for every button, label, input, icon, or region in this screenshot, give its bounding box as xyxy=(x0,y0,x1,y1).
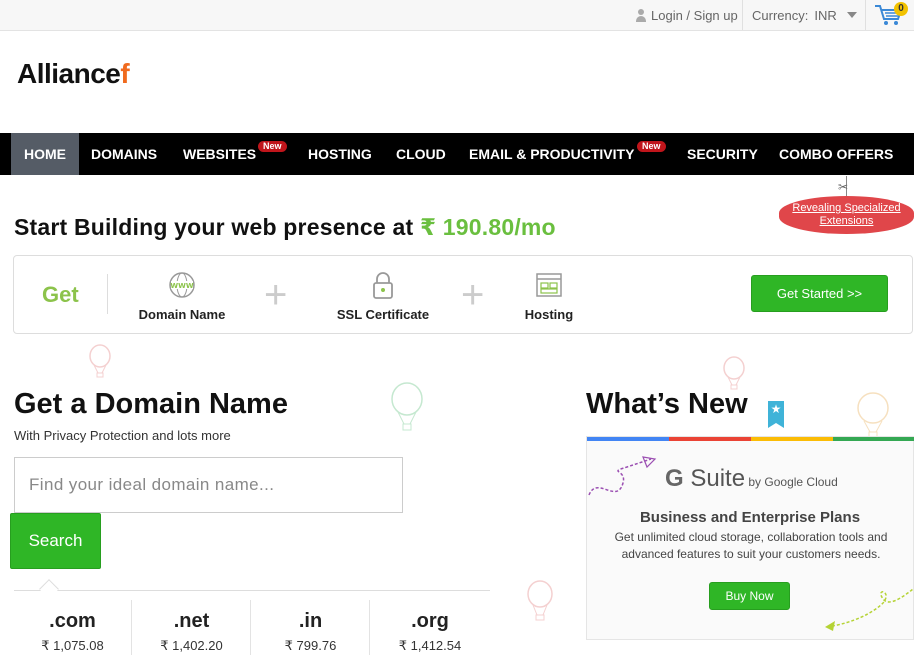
balloon-icon xyxy=(723,356,745,390)
gsuite-promo-card[interactable]: G Suite by Google Cloud Business and Ent… xyxy=(586,436,914,640)
nav-item-combo-offers[interactable]: COMBO OFFERS xyxy=(779,133,893,175)
tld-item-in[interactable]: .in ₹ 799.76 xyxy=(252,600,370,655)
currency-selector[interactable]: Currency: INR xyxy=(752,0,857,30)
feature-ssl-certificate: SSL Certificate xyxy=(320,270,446,322)
tld-name: .net xyxy=(173,610,210,632)
feature-label: SSL Certificate xyxy=(336,307,430,322)
balloon-icon xyxy=(391,382,423,431)
tld-price: ₹ 1,075.08 xyxy=(41,638,104,653)
nav-item-cloud[interactable]: CLOUD xyxy=(396,133,446,175)
tld-name: .in xyxy=(298,610,323,632)
chevron-down-icon xyxy=(846,12,857,18)
nav-item-home[interactable]: HOME xyxy=(11,133,79,175)
browser-window-icon xyxy=(536,273,562,297)
get-started-button[interactable]: Get Started >> xyxy=(751,275,888,312)
nav-label: COMBO OFFERS xyxy=(779,146,894,162)
color-stripe xyxy=(751,437,833,441)
currency-label: Currency: xyxy=(752,7,809,23)
balloon-icon xyxy=(857,392,889,439)
paper-plane-icon xyxy=(825,588,914,631)
buy-now-button[interactable]: Buy Now xyxy=(709,582,790,610)
plus-icon: + xyxy=(461,273,485,317)
nav-label: EMAIL & PRODUCTIVITY xyxy=(469,146,635,162)
svg-text:WWW: WWW xyxy=(170,282,193,290)
balloon-icon xyxy=(527,580,553,621)
nav-item-email-productivity[interactable]: EMAIL & PRODUCTIVITY xyxy=(469,133,634,175)
gsuite-description: Get unlimited cloud storage, collaborati… xyxy=(614,530,888,561)
topbar-divider xyxy=(742,0,743,30)
nav-label: HOSTING xyxy=(308,146,372,162)
tld-price: ₹ 1,412.54 xyxy=(398,638,462,653)
gsuite-suite: Suite xyxy=(683,465,746,492)
get-label: Get xyxy=(42,282,79,307)
login-signup-link[interactable]: Login / Sign up xyxy=(636,0,738,30)
nav-label: HOME xyxy=(24,146,66,162)
gsuite-g: G xyxy=(665,465,684,492)
padlock-icon xyxy=(373,272,393,299)
tld-price: ₹ 799.76 xyxy=(284,638,337,653)
tld-item-net[interactable]: .net ₹ 1,402.20 xyxy=(133,600,251,655)
ribbon-line2: Extensions xyxy=(819,215,874,227)
get-divider xyxy=(98,274,108,314)
top-utility-bar: Login / Sign up Currency: INR 0 xyxy=(0,0,914,31)
tld-price: ₹ 1,402.20 xyxy=(160,638,223,653)
tld-item-org[interactable]: .org ₹ 1,412.54 xyxy=(371,600,489,655)
feature-label: Domain Name xyxy=(138,307,226,322)
tld-item-com[interactable]: .com ₹ 1,075.08 xyxy=(14,600,132,655)
nav-label: DOMAINS xyxy=(91,146,158,162)
domain-section-subtitle: With Privacy Protection and lots more xyxy=(14,428,231,443)
nav-label: WEBSITES xyxy=(183,146,257,162)
plus-icon: + xyxy=(264,273,288,317)
tld-name: .com xyxy=(49,610,96,632)
login-signup-label: Login / Sign up xyxy=(651,7,738,23)
star-bookmark-icon: ★ xyxy=(768,401,784,428)
color-stripe xyxy=(669,437,751,441)
nav-item-domains[interactable]: DOMAINS xyxy=(91,133,157,175)
ribbon-line1: Revealing Specialized xyxy=(792,202,901,214)
cart-count-badge: 0 xyxy=(894,2,908,16)
main-navigation: HOME DOMAINS WEBSITES New HOSTING CLOUD … xyxy=(0,133,914,175)
logo-accent: f xyxy=(120,58,130,89)
nav-item-security[interactable]: SECURITY xyxy=(687,133,758,175)
domain-section-title: Get a Domain Name xyxy=(14,388,288,420)
hero-price-value: 190.80/mo xyxy=(442,214,556,240)
starter-bundle-bar: Get WWW Domain Name + SSL Certificate + … xyxy=(13,255,913,334)
gsuite-heading: Business and Enterprise Plans xyxy=(639,509,861,526)
nav-item-websites[interactable]: WEBSITES xyxy=(183,133,256,175)
new-badge: New xyxy=(637,141,666,152)
feature-domain-name: WWW Domain Name xyxy=(132,270,232,322)
new-badge: New xyxy=(258,141,287,152)
feature-label: Hosting xyxy=(524,307,574,322)
specialized-extensions-ribbon[interactable]: Revealing Specialized Extensions xyxy=(779,196,914,234)
logo-text: Alliance xyxy=(17,58,121,89)
nav-item-hosting[interactable]: HOSTING xyxy=(308,133,372,175)
color-stripe xyxy=(587,437,669,441)
hero-headline: Start Building your web presence at ₹ 19… xyxy=(14,214,556,241)
gsuite-by-google: by Google Cloud xyxy=(745,475,838,489)
gsuite-logo: G Suite by Google Cloud xyxy=(665,465,838,493)
topbar-divider xyxy=(865,0,866,30)
tld-name: .org xyxy=(411,610,449,632)
hero-headline-text: Start Building your web presence at xyxy=(14,214,414,240)
globe-www-icon: WWW xyxy=(169,272,195,298)
balloon-icon xyxy=(89,344,111,378)
whats-new-title: What’s New xyxy=(586,388,748,420)
domain-search-button[interactable]: Search xyxy=(10,513,101,569)
tld-divider xyxy=(14,590,490,591)
tld-pointer xyxy=(39,579,59,599)
color-stripe xyxy=(833,437,914,441)
paper-plane-icon xyxy=(588,456,657,496)
currency-value: INR xyxy=(814,7,837,23)
nav-label: CLOUD xyxy=(396,146,446,162)
rupee-symbol: ₹ xyxy=(419,214,437,240)
domain-search-input[interactable] xyxy=(14,457,403,513)
hero-price: ₹ 190.80/mo xyxy=(420,214,556,240)
user-icon xyxy=(636,8,646,22)
site-logo[interactable]: Alliancef xyxy=(17,58,130,90)
bow-icon: ✂ xyxy=(838,180,849,194)
feature-hosting: Hosting xyxy=(514,270,584,322)
nav-label: SECURITY xyxy=(687,146,758,162)
